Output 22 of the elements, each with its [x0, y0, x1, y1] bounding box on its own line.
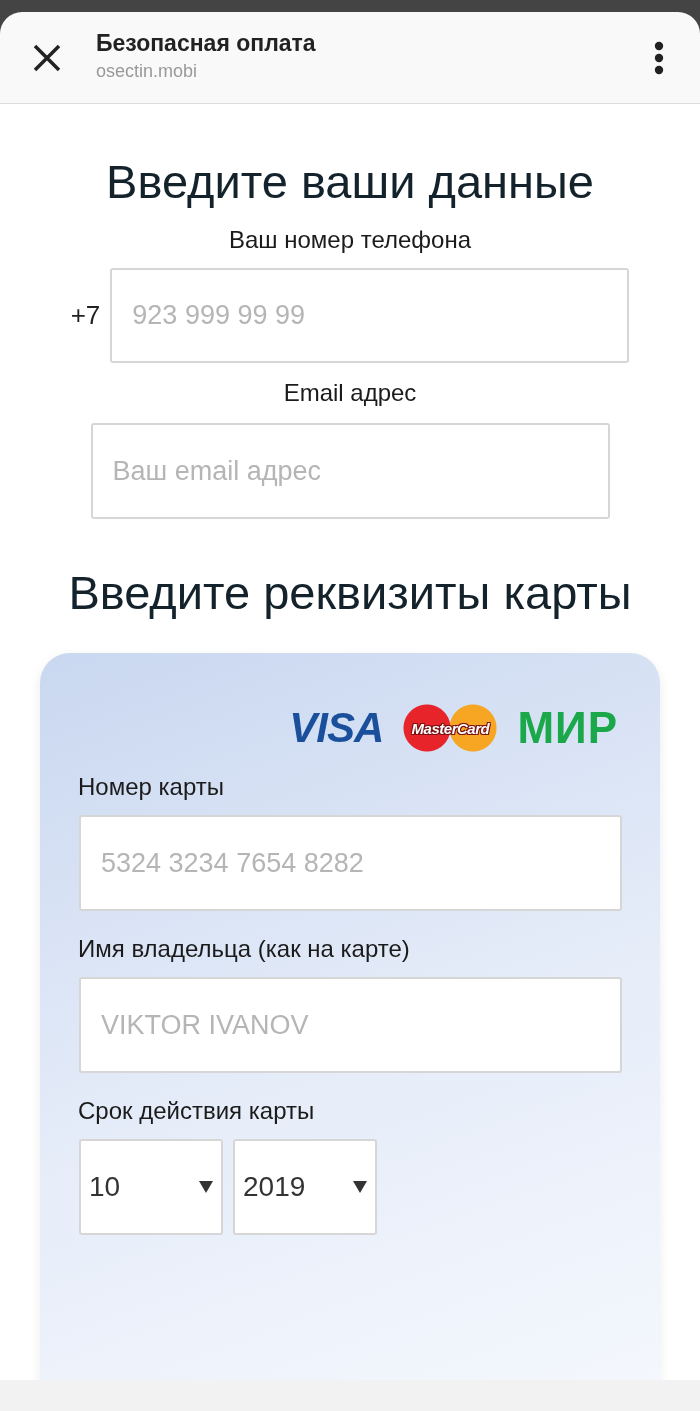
phone-prefix: +7 — [70, 300, 101, 331]
close-icon[interactable] — [32, 42, 62, 73]
caret-icon — [199, 1181, 213, 1193]
month-select[interactable]: 10 — [79, 1139, 223, 1235]
field-label: Email адрес — [283, 379, 417, 407]
section-heading: Введите реквизиты карты — [68, 565, 632, 621]
field-label: Номер карты — [78, 773, 225, 801]
field-label: Имя владельца (как на карте) — [78, 935, 411, 963]
year-select[interactable]: 2019 — [233, 1139, 377, 1235]
visa-logo: VISA — [289, 704, 384, 752]
input-field[interactable]: 5324 3234 7654 8282 — [79, 815, 622, 911]
page-title: Безопасная оплата — [96, 29, 317, 57]
section-heading: Введите ваши данные — [106, 154, 594, 210]
field-label: Ваш номер телефона — [228, 226, 472, 254]
input-field[interactable]: VIKTOR IVANOV — [79, 977, 622, 1073]
menu-icon[interactable] — [654, 40, 664, 75]
email-field[interactable]: Ваш email адрес — [90, 423, 610, 519]
mir-logo: МИР — [517, 703, 618, 753]
field-label: Срок действия карты — [78, 1097, 316, 1125]
phone-field[interactable]: 923 999 99 99 — [110, 268, 630, 363]
page-url: osectin.mobi — [96, 60, 199, 82]
caret-icon — [353, 1181, 367, 1193]
